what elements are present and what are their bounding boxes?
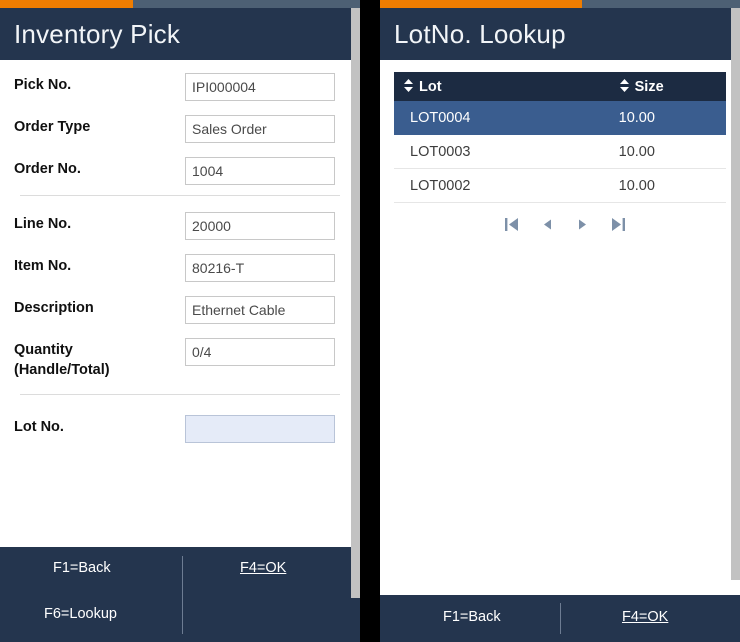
form-row-order-no: Order No. (0, 157, 360, 187)
lot-grid: Lot Size LOT0004 10.00 LOT0003 10.00 LOT0002 1… (394, 72, 726, 245)
lookup-f1-back-button[interactable]: F1=Back (443, 609, 501, 625)
table-row[interactable]: LOT0003 10.00 (394, 135, 726, 169)
input-quantity-handle-total[interactable] (185, 338, 335, 366)
lot-grid-rows: LOT0004 10.00 LOT0003 10.00 LOT0002 10.00 (394, 101, 726, 203)
table-row[interactable]: LOT0002 10.00 (394, 169, 726, 203)
input-line-no[interactable] (185, 212, 335, 240)
label-lot-no: Lot No. (14, 419, 64, 435)
input-description[interactable] (185, 296, 335, 324)
last-page-icon[interactable] (610, 216, 626, 233)
form-section-divider-1 (20, 195, 340, 196)
input-order-type[interactable] (185, 115, 335, 143)
form-row-quantity-handle-total: Quantity (Handle/Total) (0, 338, 360, 378)
right-progress-fill (380, 0, 582, 8)
right-progress-bar (380, 0, 740, 8)
left-progress-bar (0, 0, 360, 8)
grid-column-label-lot: Lot (419, 78, 442, 95)
label-item-no: Item No. (14, 258, 72, 274)
label-pick-no: Pick No. (14, 77, 72, 93)
right-scrollbar-thumb[interactable] (731, 8, 740, 580)
label-line-no: Line No. (14, 216, 72, 232)
lookup-f4-ok-button[interactable]: F4=OK (622, 609, 668, 625)
left-progress-fill (0, 0, 134, 8)
label-order-no: Order No. (14, 161, 81, 177)
previous-page-icon[interactable] (542, 218, 554, 231)
table-row[interactable]: LOT0004 10.00 (394, 101, 726, 135)
input-pick-no[interactable] (185, 73, 335, 101)
form-row-description: Description (0, 296, 360, 326)
form-row-pick-no: Pick No. (0, 73, 360, 103)
left-title-bar: Inventory Pick (0, 8, 360, 60)
pagination-controls (394, 203, 726, 245)
form-section-divider-2 (20, 394, 340, 395)
form-row-lot-no: Lot No. (0, 415, 360, 445)
left-scrollbar-thumb[interactable] (351, 8, 360, 598)
form-row-order-type: Order Type (0, 115, 360, 145)
label-quantity-handle-total: Quantity (Handle/Total) (14, 342, 110, 378)
right-footer-divider (560, 603, 561, 634)
sort-updown-icon (403, 79, 414, 92)
lot-grid-header: Lot Size (394, 72, 726, 101)
label-description: Description (14, 300, 94, 316)
form-row-line-no: Line No. (0, 212, 360, 242)
inventory-pick-panel: Inventory Pick Pick No. Order Type Order N… (0, 0, 360, 642)
cell-size: 10.00 (618, 143, 655, 160)
grid-column-header-size[interactable]: Size (567, 79, 726, 95)
inventory-pick-form: Pick No. Order Type Order No. Line No. Item … (0, 60, 360, 547)
left-footer-bar: F1=Back F6=Lookup F4=OK (0, 547, 360, 642)
cell-size: 10.00 (618, 109, 655, 126)
lookup-title: LotNo. Lookup (394, 19, 566, 49)
right-panel-body: Lot Size LOT0004 10.00 LOT0003 10.00 LOT0002 1… (380, 60, 740, 595)
f4-ok-button[interactable]: F4=OK (240, 560, 286, 576)
right-title-bar: LotNo. Lookup (380, 8, 740, 60)
sort-updown-icon (619, 79, 630, 92)
cell-lot: LOT0002 (410, 177, 471, 194)
cell-lot: LOT0004 (410, 109, 471, 126)
input-item-no[interactable] (185, 254, 335, 282)
left-panel-body: Pick No. Order Type Order No. Line No. Item … (0, 60, 360, 547)
lotno-lookup-panel: LotNo. Lookup Lot Size LOT0004 10.00 LOT000… (380, 0, 740, 642)
f1-back-button[interactable]: F1=Back (53, 560, 111, 576)
grid-column-label-size: Size (634, 78, 664, 95)
input-lot-no[interactable] (185, 415, 335, 443)
page-title: Inventory Pick (14, 19, 181, 49)
f6-lookup-button[interactable]: F6=Lookup (44, 606, 117, 622)
grid-column-header-lot[interactable]: Lot (394, 79, 567, 95)
next-page-icon[interactable] (576, 218, 588, 231)
form-row-item-no: Item No. (0, 254, 360, 284)
cell-size: 10.00 (618, 177, 655, 194)
cell-lot: LOT0003 (410, 143, 471, 160)
left-panel-scrollbar[interactable] (351, 0, 360, 642)
left-footer-divider (182, 556, 183, 634)
right-panel-scrollbar[interactable] (731, 0, 740, 642)
label-order-type: Order Type (14, 119, 91, 135)
input-order-no[interactable] (185, 157, 335, 185)
first-page-icon[interactable] (504, 216, 520, 233)
right-footer-bar: F1=Back F4=OK (380, 595, 740, 642)
